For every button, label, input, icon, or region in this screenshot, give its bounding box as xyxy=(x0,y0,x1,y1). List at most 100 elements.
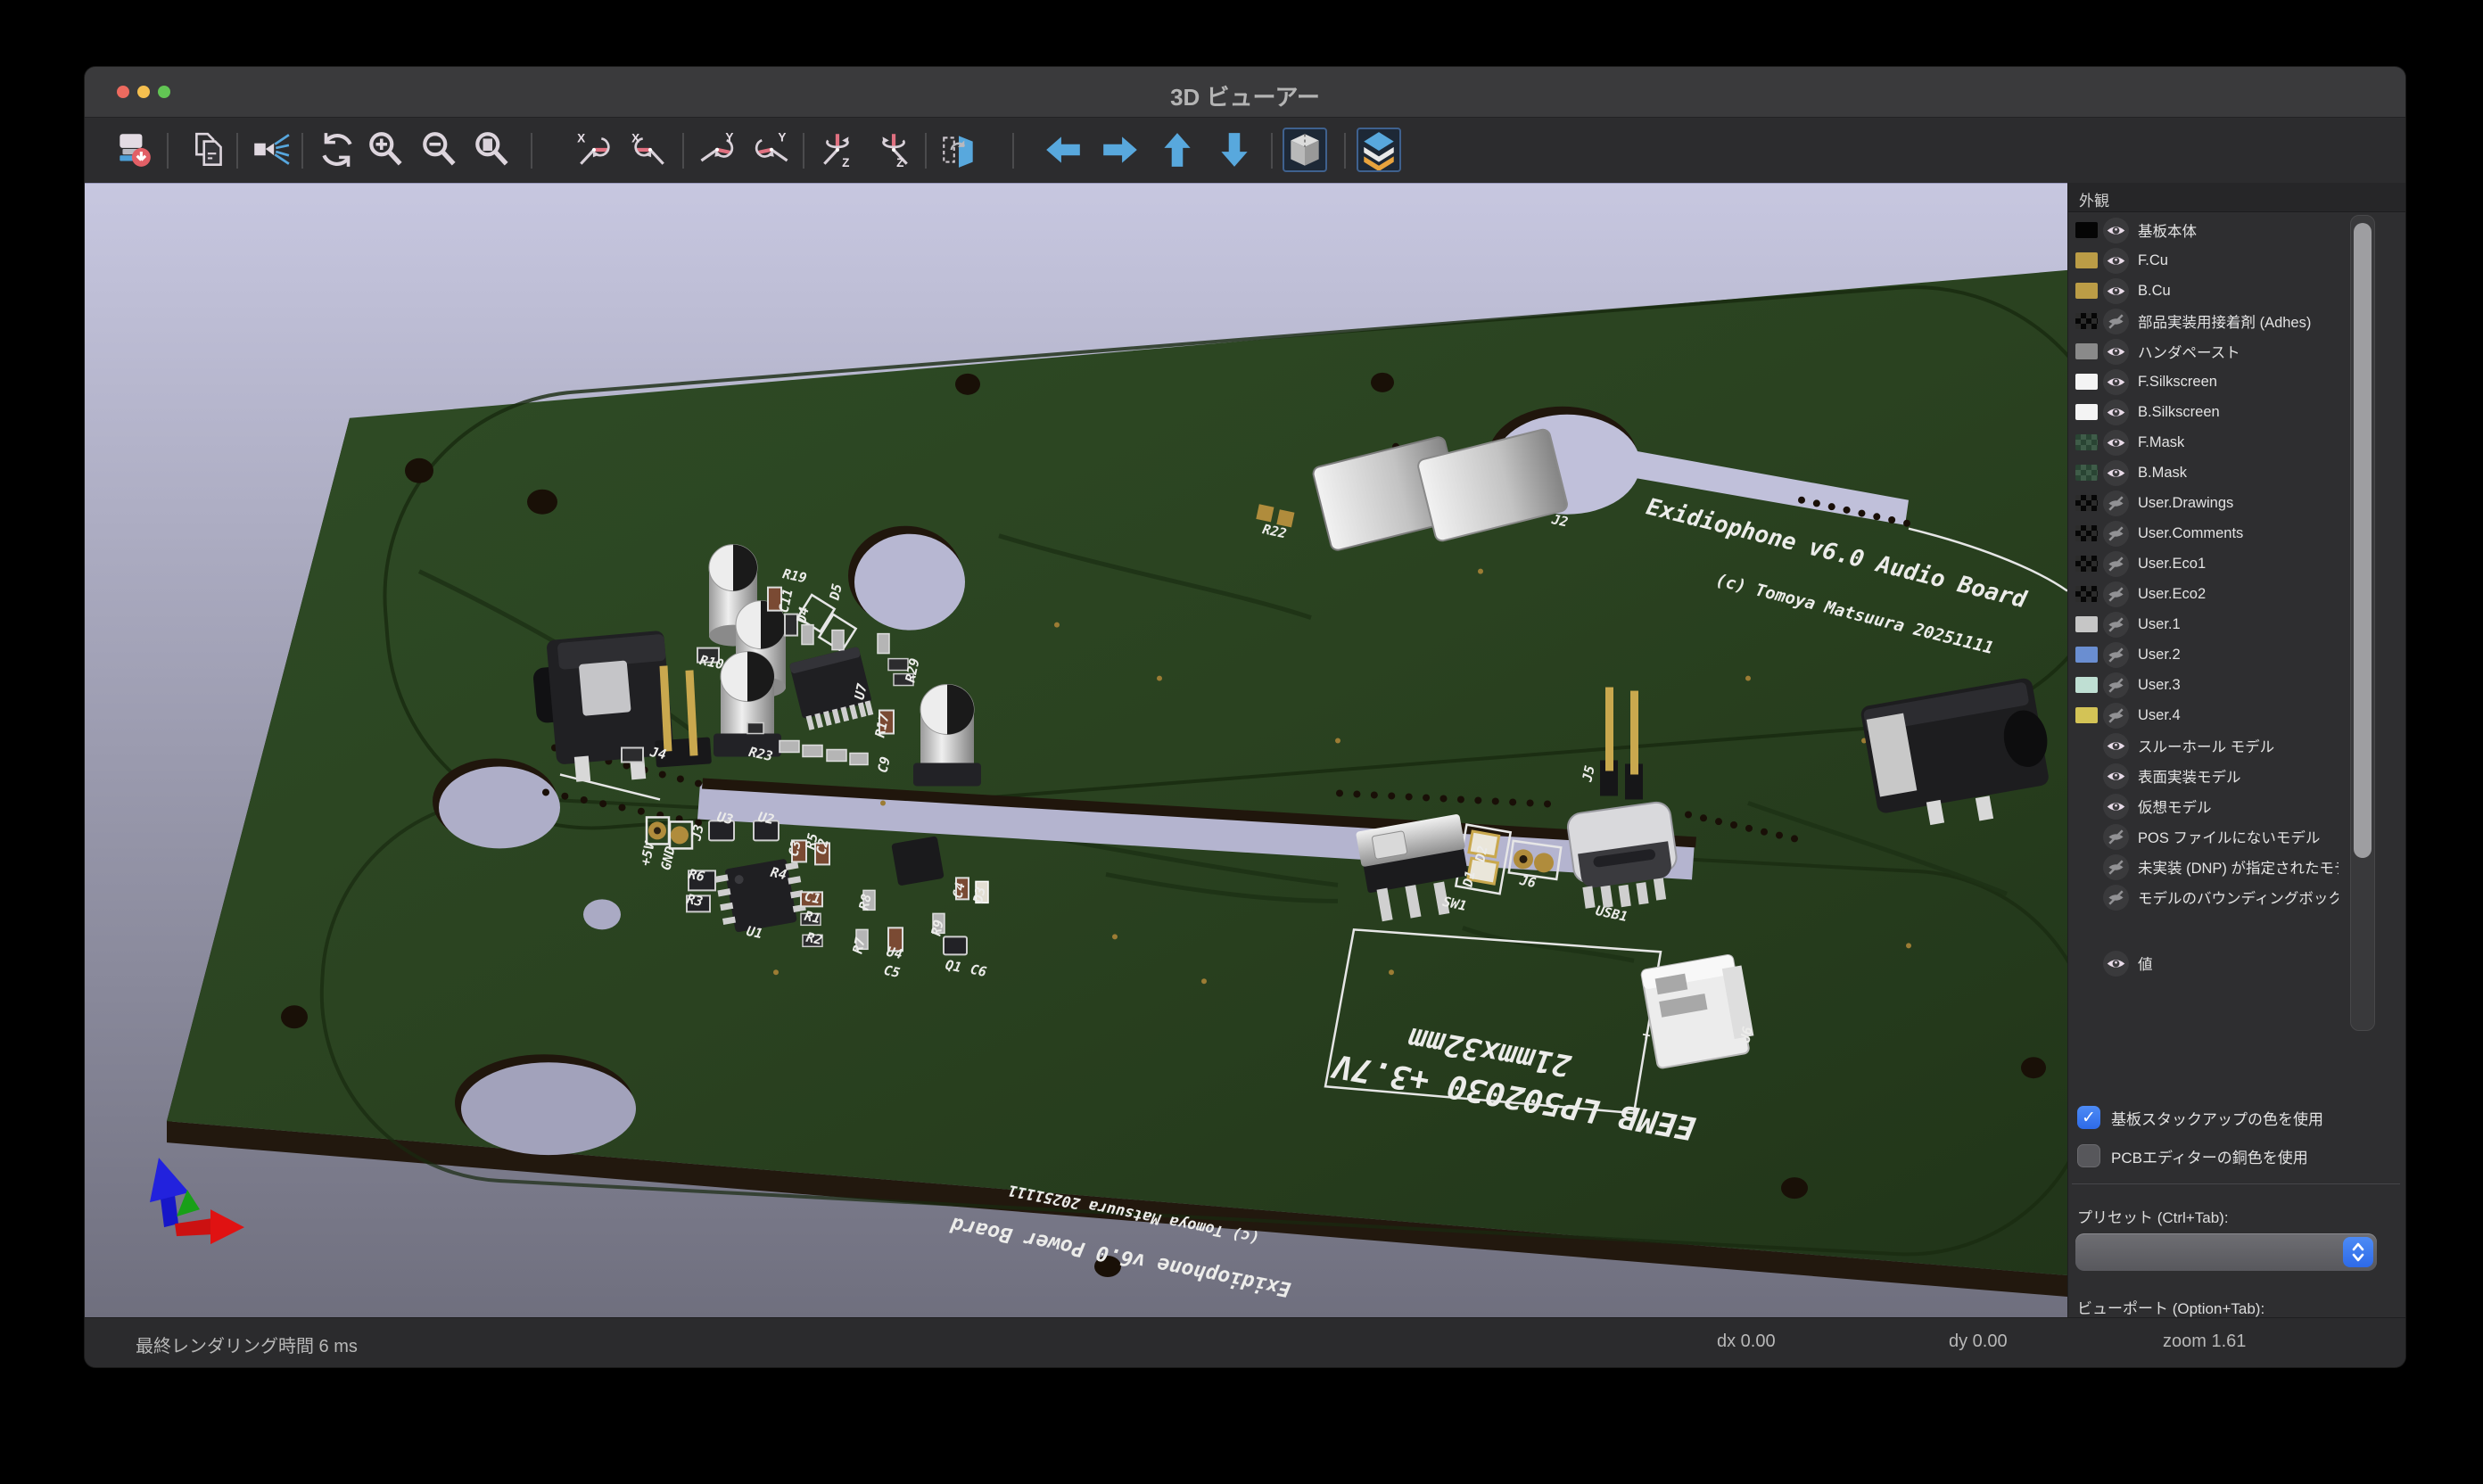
rotate-z-cw-button[interactable]: Z xyxy=(816,128,861,172)
zoom-status: zoom 1.61 xyxy=(2163,1331,2246,1352)
checkbox-unchecked-icon[interactable] xyxy=(2077,1144,2100,1167)
color-swatch[interactable] xyxy=(2075,222,2098,238)
color-swatch[interactable] xyxy=(2075,495,2098,511)
silkscreen-label: U7 xyxy=(851,682,870,701)
dy-status: dy 0.00 xyxy=(1949,1331,2008,1352)
checkbox-row-editor-copper[interactable]: PCBエディターの銅色を使用 xyxy=(2077,1144,2308,1167)
color-swatch[interactable] xyxy=(2075,707,2098,723)
visibility-on-icon[interactable] xyxy=(2103,339,2129,365)
scrollbar-track[interactable] xyxy=(2350,215,2375,1031)
visibility-on-icon[interactable] xyxy=(2103,430,2129,456)
layer-label: 基板本体 xyxy=(2138,219,2197,241)
3d-viewport[interactable]: Exidiophone v6.0 Audio Board(c) Tomoya M… xyxy=(85,183,2067,1317)
layer-label: User.4 xyxy=(2138,707,2181,724)
silkscreen-label: U1 xyxy=(745,923,763,942)
color-swatch[interactable] xyxy=(2075,252,2098,268)
silkscreen-label: U4 xyxy=(885,944,903,962)
visibility-on-icon[interactable] xyxy=(2103,794,2129,820)
titlebar[interactable]: 3D ビューアー xyxy=(85,67,2405,118)
visibility-off-icon[interactable] xyxy=(2103,672,2129,698)
visibility-off-icon[interactable] xyxy=(2103,703,2129,729)
stepper-icon[interactable] xyxy=(2343,1237,2373,1267)
layer-label: 値 xyxy=(2138,952,2153,974)
layer-label: User.Drawings xyxy=(2138,495,2233,512)
color-swatch[interactable] xyxy=(2075,313,2098,329)
silkscreen-label: R6 xyxy=(687,866,705,885)
checkbox-row-stackup-colors[interactable]: ✓ 基板スタックアップの色を使用 xyxy=(2077,1106,2323,1129)
visibility-off-icon[interactable] xyxy=(2103,612,2129,638)
color-swatch[interactable] xyxy=(2075,374,2098,390)
rotate-y-ccw-button[interactable]: Y xyxy=(748,128,793,172)
move-down-button[interactable] xyxy=(1212,128,1257,172)
zoom-out-button[interactable] xyxy=(417,128,462,172)
color-swatch[interactable] xyxy=(2075,525,2098,541)
color-swatch xyxy=(2075,768,2098,784)
silkscreen-label: J3 xyxy=(688,823,707,843)
scrollbar-thumb[interactable] xyxy=(2354,223,2372,858)
visibility-off-icon[interactable] xyxy=(2103,581,2129,607)
rotate-z-ccw-button[interactable]: Z xyxy=(870,128,915,172)
layer-label: B.Silkscreen xyxy=(2138,404,2220,421)
visibility-on-icon[interactable] xyxy=(2103,460,2129,486)
color-swatch[interactable] xyxy=(2075,677,2098,693)
layer-label: User.Eco2 xyxy=(2138,586,2206,603)
rotate-x-ccw-button[interactable]: X xyxy=(627,128,672,172)
orthographic-projection-button[interactable] xyxy=(1283,128,1327,172)
color-swatch[interactable] xyxy=(2075,616,2098,632)
visibility-on-icon[interactable] xyxy=(2103,733,2129,759)
rotate-y-cw-button[interactable]: Y xyxy=(696,128,740,172)
rotate-x-cw-button[interactable]: X xyxy=(573,128,617,172)
visibility-on-icon[interactable] xyxy=(2103,400,2129,425)
layer-label: B.Cu xyxy=(2138,283,2171,300)
visibility-off-icon[interactable] xyxy=(2103,551,2129,577)
move-right-button[interactable] xyxy=(1098,128,1143,172)
silkscreen-label: Q1 xyxy=(944,957,962,976)
visibility-on-icon[interactable] xyxy=(2103,763,2129,789)
color-swatch[interactable] xyxy=(2075,434,2098,450)
layer-label: F.Mask xyxy=(2138,434,2184,451)
visibility-on-icon[interactable] xyxy=(2103,951,2129,977)
visibility-off-icon[interactable] xyxy=(2103,491,2129,516)
render-time-status: 最終レンダリング時間 6 ms xyxy=(136,1331,358,1357)
color-swatch[interactable] xyxy=(2075,404,2098,420)
svg-text:Y: Y xyxy=(725,131,733,144)
visibility-off-icon[interactable] xyxy=(2103,885,2129,911)
color-swatch[interactable] xyxy=(2075,283,2098,299)
flip-board-button[interactable] xyxy=(936,128,981,172)
silkscreen-label: R8 xyxy=(855,893,874,911)
silkscreen-label: J2 xyxy=(1549,511,1569,531)
silkscreen-label: R4 xyxy=(769,864,788,883)
axis-gizmo xyxy=(150,1158,244,1244)
pcb-3d-scene: Exidiophone v6.0 Audio Board(c) Tomoya M… xyxy=(85,184,2067,1317)
visibility-off-icon[interactable] xyxy=(2103,309,2129,334)
raytracing-render-button[interactable] xyxy=(248,128,293,172)
color-swatch[interactable] xyxy=(2075,343,2098,359)
silkscreen-label: R3 xyxy=(685,891,704,910)
color-swatch[interactable] xyxy=(2075,647,2098,663)
color-swatch[interactable] xyxy=(2075,465,2098,481)
color-swatch[interactable] xyxy=(2075,586,2098,602)
visibility-on-icon[interactable] xyxy=(2103,369,2129,395)
toolbar: X X Y Y Z Z xyxy=(85,118,2405,183)
preset-dropdown[interactable] xyxy=(2075,1233,2377,1271)
visibility-off-icon[interactable] xyxy=(2103,521,2129,547)
layer-label: 表面実装モデル xyxy=(2138,765,2241,787)
visibility-on-icon[interactable] xyxy=(2103,218,2129,243)
checkbox-label: PCBエディターの銅色を使用 xyxy=(2111,1145,2308,1167)
copy-image-button[interactable] xyxy=(187,128,232,172)
visibility-on-icon[interactable] xyxy=(2103,248,2129,274)
checkbox-checked-icon[interactable]: ✓ xyxy=(2077,1106,2100,1129)
move-left-button[interactable] xyxy=(1041,128,1085,172)
visibility-off-icon[interactable] xyxy=(2103,642,2129,668)
layer-label: F.Cu xyxy=(2138,252,2168,269)
appearance-layers-button[interactable] xyxy=(1357,128,1401,172)
visibility-on-icon[interactable] xyxy=(2103,278,2129,304)
zoom-to-fit-button[interactable] xyxy=(470,128,515,172)
color-swatch[interactable] xyxy=(2075,556,2098,572)
zoom-in-button[interactable] xyxy=(364,128,408,172)
redraw-button[interactable] xyxy=(315,128,359,172)
visibility-off-icon[interactable] xyxy=(2103,854,2129,880)
visibility-off-icon[interactable] xyxy=(2103,824,2129,850)
export-image-button[interactable] xyxy=(111,128,156,172)
move-up-button[interactable] xyxy=(1155,128,1200,172)
